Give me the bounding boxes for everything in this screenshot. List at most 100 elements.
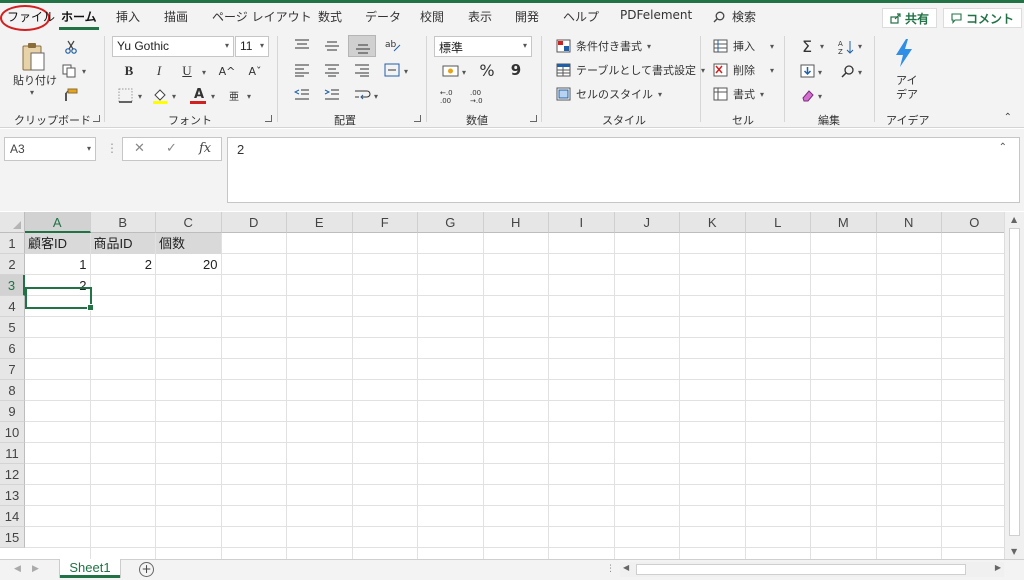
format-painter-icon[interactable] [62, 88, 78, 102]
grow-font-button[interactable]: A^ [216, 62, 238, 80]
column-header-k[interactable]: K [680, 212, 746, 233]
borders-icon[interactable] [118, 88, 133, 103]
cancel-formula-button[interactable]: ✕ [134, 141, 145, 156]
tab-pdfelement[interactable]: PDFelement [620, 8, 692, 22]
percent-button[interactable]: % [478, 60, 496, 80]
row-header-13[interactable]: 13 [0, 485, 25, 506]
tab-file[interactable]: ファイル [7, 8, 55, 25]
format-cells-button[interactable]: 書式 ▾ [713, 86, 764, 102]
column-header-i[interactable]: I [549, 212, 615, 233]
delete-cells-button[interactable]: 削除 ▾ [713, 62, 774, 78]
comma-style-button[interactable]: 9 [508, 60, 524, 80]
copy-dropdown-icon[interactable]: ▾ [82, 67, 86, 76]
insert-function-button[interactable]: fx [199, 141, 211, 156]
cell-c1[interactable]: 個数 [156, 233, 221, 254]
row-header-9[interactable]: 9 [0, 401, 25, 422]
align-left-icon[interactable] [294, 63, 310, 77]
tab-review[interactable]: 校閲 [420, 8, 444, 25]
find-select-icon[interactable] [840, 64, 856, 78]
row-header-7[interactable]: 7 [0, 359, 25, 380]
ideas-lightning-icon[interactable] [893, 38, 915, 68]
row-header-12[interactable]: 12 [0, 464, 25, 485]
column-header-d[interactable]: D [221, 212, 287, 233]
font-name-combo[interactable]: Yu Gothic ▾ [112, 36, 234, 57]
align-top-icon[interactable] [294, 38, 310, 52]
cell-b1[interactable]: 商品ID [90, 233, 155, 254]
accounting-format-icon[interactable] [442, 64, 460, 78]
tab-data[interactable]: データ [365, 8, 401, 25]
column-header-b[interactable]: B [90, 212, 156, 233]
font-size-combo[interactable]: 11 ▾ [235, 36, 269, 57]
sheet-next-icon[interactable]: ▶ [32, 564, 39, 574]
fill-down-icon[interactable] [800, 64, 815, 78]
format-as-table-button[interactable]: テーブルとして書式設定 ▾ [556, 62, 705, 78]
conditional-formatting-button[interactable]: 条件付き書式 ▾ [556, 38, 651, 54]
cell-a2[interactable]: 1 [25, 254, 90, 275]
phonetic-button[interactable]: 亜 [226, 86, 242, 104]
insert-cells-button[interactable]: 挿入 ▾ [713, 38, 774, 54]
scroll-right-icon[interactable]: ▶ [995, 563, 1001, 572]
row-header-2[interactable]: 2 [0, 254, 25, 275]
scroll-down-icon[interactable]: ▼ [1011, 547, 1017, 556]
cell-c2[interactable]: 20 [156, 254, 221, 275]
clear-dropdown-icon[interactable]: ▾ [818, 92, 822, 101]
font-launcher-icon[interactable] [265, 115, 272, 122]
column-header-a[interactable]: A [25, 212, 91, 233]
vertical-scrollbar[interactable]: ▲ ▼ [1004, 212, 1024, 559]
underline-dropdown-icon[interactable]: ▾ [202, 68, 206, 77]
tab-developer[interactable]: 開発 [515, 8, 539, 25]
column-header-o[interactable]: O [942, 212, 1008, 233]
column-header-l[interactable]: L [745, 212, 811, 233]
tab-draw[interactable]: 描画 [164, 8, 188, 25]
column-header-m[interactable]: M [811, 212, 877, 233]
decrease-indent-icon[interactable] [294, 88, 310, 102]
merge-dropdown-icon[interactable]: ▾ [404, 67, 408, 76]
phonetic-dropdown-icon[interactable]: ▾ [247, 92, 251, 101]
fill-dropdown-icon[interactable]: ▾ [818, 68, 822, 77]
row-header-11[interactable]: 11 [0, 443, 25, 464]
align-center-icon[interactable] [324, 63, 340, 77]
bold-button[interactable]: B [120, 62, 138, 80]
decrease-decimal-button[interactable]: .00 →.0 [470, 88, 494, 106]
autosum-button[interactable]: Σ [798, 36, 816, 56]
underline-button[interactable]: U [178, 62, 196, 80]
sort-dropdown-icon[interactable]: ▾ [858, 42, 862, 51]
column-header-c[interactable]: C [156, 212, 222, 233]
horizontal-scroll-thumb[interactable] [636, 564, 966, 575]
number-launcher-icon[interactable] [530, 115, 537, 122]
horizontal-scrollbar[interactable]: ◀ ▶ [620, 562, 1004, 577]
column-header-f[interactable]: F [352, 212, 418, 233]
worksheet-grid[interactable]: ABCDEFGHIJKLMNO 1 2 3 4 5 6 7 8 9 10 11 12 13 14 15 顧客… [0, 212, 1024, 559]
column-header-j[interactable]: J [614, 212, 680, 233]
row-header-5[interactable]: 5 [0, 317, 25, 338]
copy-icon[interactable] [62, 64, 76, 78]
column-header-g[interactable]: G [418, 212, 484, 233]
tab-page-layout[interactable]: ページ レイアウト [212, 8, 312, 25]
paste-dropdown-icon[interactable]: ▾ [30, 88, 34, 97]
italic-button[interactable]: I [150, 62, 168, 80]
wrap-text-icon[interactable] [354, 87, 372, 103]
align-bottom-button[interactable] [348, 35, 376, 57]
name-box[interactable]: A3 ▾ [4, 137, 96, 161]
collapse-formula-bar-icon[interactable]: ⌃ [999, 142, 1007, 153]
alignment-launcher-icon[interactable] [414, 115, 421, 122]
clipboard-launcher-icon[interactable] [93, 115, 100, 122]
tab-view[interactable]: 表示 [468, 8, 492, 25]
scroll-left-icon[interactable]: ◀ [623, 563, 629, 572]
font-color-dropdown-icon[interactable]: ▾ [211, 92, 215, 101]
autosum-dropdown-icon[interactable]: ▾ [820, 42, 824, 51]
row-header-4[interactable]: 4 [0, 296, 25, 317]
search-icon[interactable] [713, 11, 725, 23]
number-format-combo[interactable]: 標準 ▾ [434, 36, 532, 57]
row-header-8[interactable]: 8 [0, 380, 25, 401]
formula-input[interactable]: 2 ⌃ [227, 137, 1020, 203]
share-button[interactable]: 共有 [882, 8, 938, 28]
increase-indent-icon[interactable] [324, 88, 340, 102]
enter-formula-button[interactable]: ✓ [166, 141, 177, 156]
tab-search[interactable]: 検索 [732, 8, 756, 25]
cell-styles-button[interactable]: セルのスタイル ▾ [556, 86, 662, 102]
vertical-scroll-thumb[interactable] [1009, 228, 1020, 536]
fill-color-icon[interactable] [152, 87, 168, 104]
row-header-14[interactable]: 14 [0, 506, 25, 527]
borders-dropdown-icon[interactable]: ▾ [138, 92, 142, 101]
